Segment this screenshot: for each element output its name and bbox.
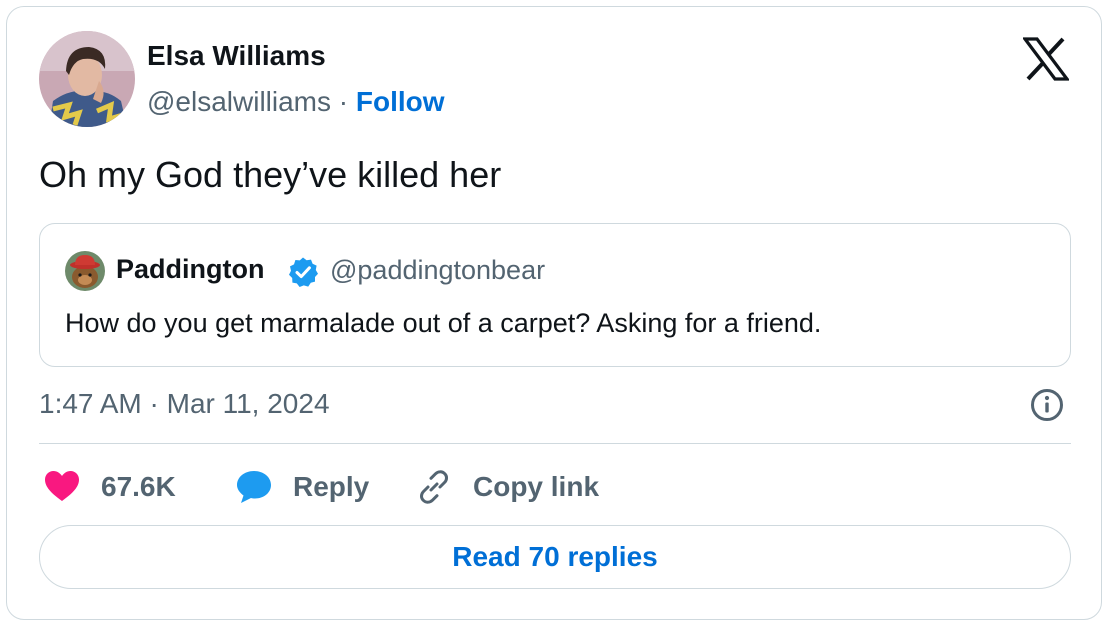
handle-separator: · (338, 86, 349, 117)
quoted-tweet-text: How do you get marmalade out of a carpet… (65, 308, 822, 338)
embedded-tweet-card: Elsa Williams @elsalwilliams · Follow Oh… (6, 6, 1102, 620)
quoted-author-avatar (65, 251, 105, 291)
speech-bubble-icon (235, 468, 273, 506)
reply-label: Reply (293, 471, 370, 502)
info-icon[interactable] (1029, 387, 1065, 423)
divider (39, 443, 1071, 444)
author-avatar[interactable] (39, 31, 135, 127)
like-count: 67.6K (101, 471, 176, 502)
quoted-tweet[interactable]: Paddington @paddingtonbear How do you ge… (39, 223, 1071, 367)
verified-badge-icon (287, 256, 319, 288)
author-handle-row: @elsalwilliams · Follow (147, 86, 445, 118)
copy-link-button[interactable]: Copy link (415, 465, 599, 509)
author-name[interactable]: Elsa Williams (147, 40, 326, 72)
read-replies-button[interactable]: Read 70 replies (39, 525, 1071, 589)
reply-button[interactable]: Reply (235, 465, 369, 509)
quoted-author-handle: @paddingtonbear (330, 255, 546, 285)
like-button[interactable]: 67.6K (43, 465, 176, 509)
author-handle[interactable]: @elsalwilliams (147, 86, 331, 117)
follow-button[interactable]: Follow (356, 86, 445, 117)
tweet-timestamp[interactable]: 1:47 AM · Mar 11, 2024 (39, 388, 330, 420)
x-logo-icon[interactable] (1021, 37, 1071, 81)
tweet-text: Oh my God they’ve killed her (39, 154, 502, 195)
quoted-author-name: Paddington (116, 254, 265, 284)
heart-icon (43, 468, 81, 506)
link-icon (415, 468, 453, 506)
copy-link-label: Copy link (473, 471, 600, 502)
